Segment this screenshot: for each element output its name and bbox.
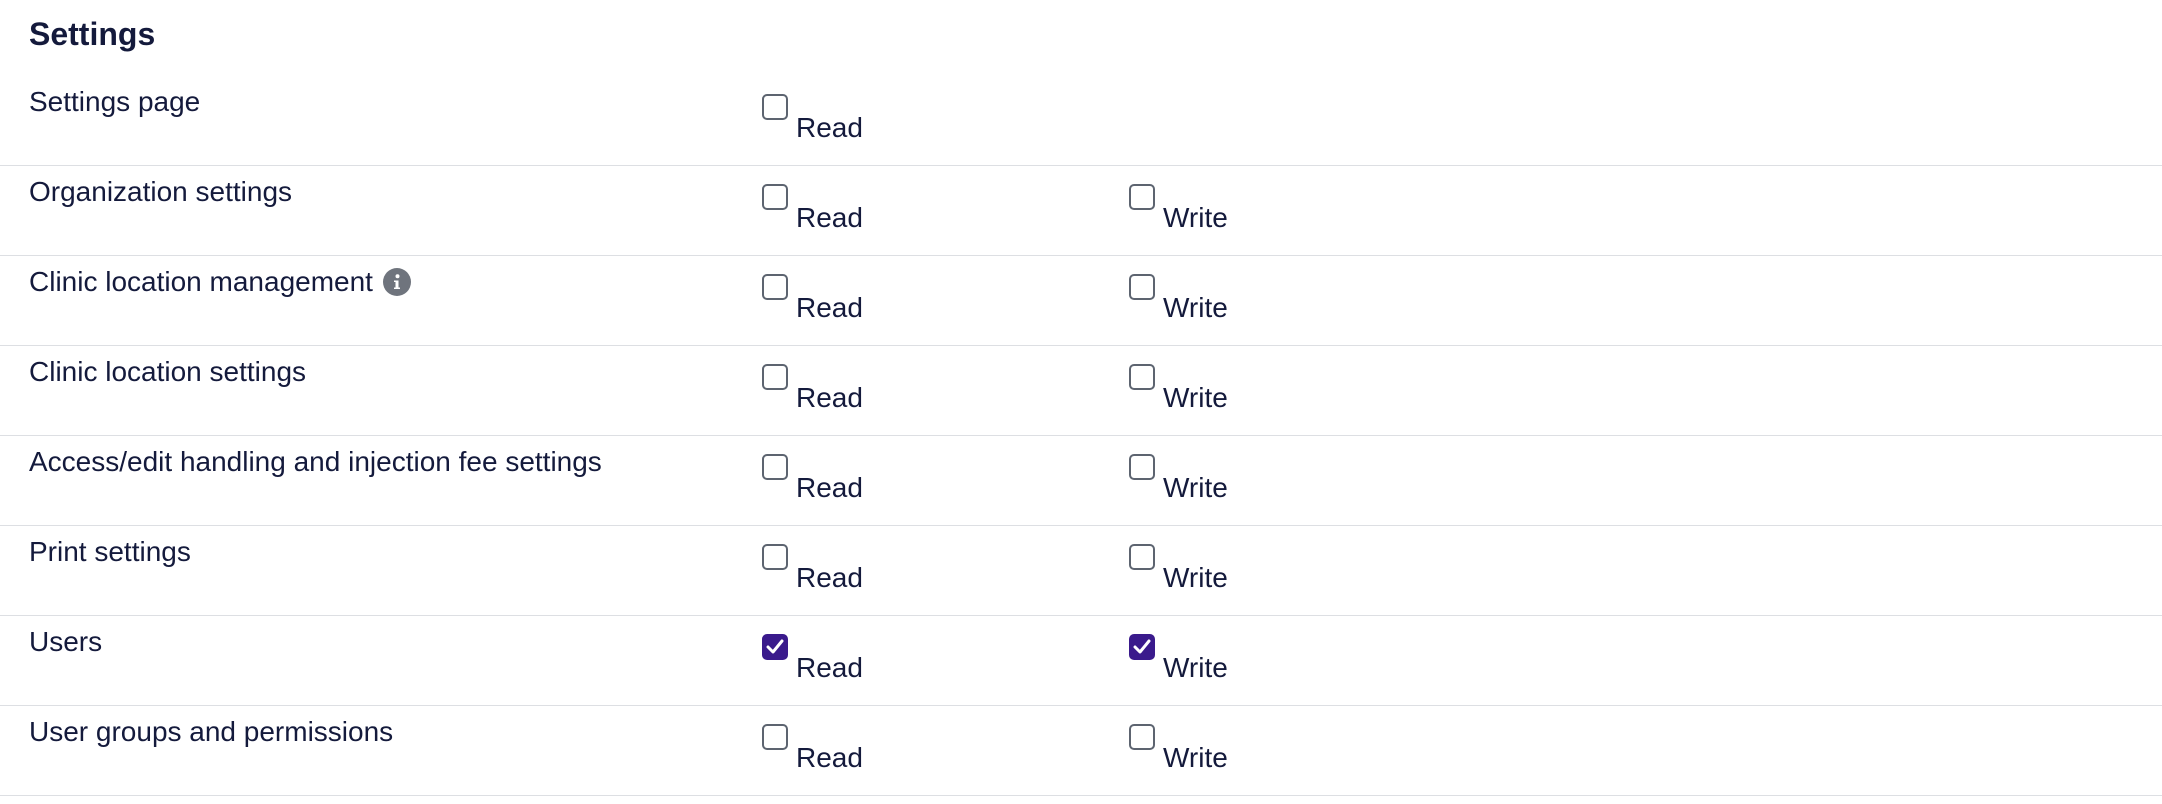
write-label: Write — [1163, 382, 1228, 413]
permission-label: Access/edit handling and injection fee s… — [29, 444, 602, 480]
permission-row-user-groups: User groups and permissions Read Write — [0, 706, 2162, 796]
write-checkbox[interactable]: Write — [1129, 274, 1228, 326]
permission-label: Organization settings — [29, 174, 292, 210]
permission-name: User groups and permissions — [29, 716, 394, 747]
permission-name: Print settings — [29, 536, 191, 567]
checkbox[interactable] — [762, 544, 788, 570]
read-label: Read — [796, 382, 863, 413]
write-checkbox[interactable]: Write — [1129, 364, 1228, 416]
permission-name: Organization settings — [29, 176, 293, 207]
checkbox[interactable] — [1129, 274, 1155, 300]
permission-label: Print settings — [29, 534, 191, 570]
write-label: Write — [1163, 562, 1228, 593]
checkbox[interactable] — [762, 454, 788, 480]
checkbox[interactable] — [1129, 454, 1155, 480]
read-label: Read — [796, 292, 863, 323]
write-checkbox[interactable]: Write — [1129, 184, 1228, 236]
permission-name: Access/edit handling and injection fee s… — [29, 446, 602, 477]
permission-name: Clinic location management — [29, 266, 373, 297]
permission-row-users: Users Read Write — [0, 616, 2162, 706]
write-checkbox[interactable]: Write — [1129, 634, 1228, 686]
permission-row-organization-settings: Organization settings Read Write — [0, 166, 2162, 256]
write-label: Write — [1163, 652, 1228, 683]
read-label: Read — [796, 562, 863, 593]
read-label: Read — [796, 202, 863, 233]
write-checkbox[interactable]: Write — [1129, 454, 1228, 506]
permission-label: Clinic location management — [29, 264, 411, 300]
checkbox[interactable] — [762, 364, 788, 390]
write-checkbox[interactable]: Write — [1129, 544, 1228, 596]
checkbox[interactable] — [762, 634, 788, 660]
read-label: Read — [796, 742, 863, 773]
write-label: Write — [1163, 742, 1228, 773]
write-label: Write — [1163, 292, 1228, 323]
read-label: Read — [796, 652, 863, 683]
permission-label: Users — [29, 624, 102, 660]
read-checkbox[interactable]: Read — [762, 634, 863, 686]
permission-name: Clinic location settings — [29, 356, 307, 387]
checkbox[interactable] — [762, 184, 788, 210]
checkbox[interactable] — [1129, 544, 1155, 570]
checkbox[interactable] — [1129, 184, 1155, 210]
read-label: Read — [796, 112, 863, 143]
permission-label: Clinic location settings — [29, 354, 306, 390]
checkbox[interactable] — [1129, 724, 1155, 750]
checkbox[interactable] — [1129, 364, 1155, 390]
read-checkbox[interactable]: Read — [762, 364, 863, 416]
checkbox[interactable] — [762, 274, 788, 300]
write-label: Write — [1163, 202, 1228, 233]
read-label: Read — [796, 472, 863, 503]
read-checkbox[interactable]: Read — [762, 184, 863, 236]
permission-row-clinic-location-management: Clinic location management Read Write — [0, 256, 2162, 346]
read-checkbox[interactable]: Read — [762, 544, 863, 596]
read-checkbox[interactable]: Read — [762, 454, 863, 506]
permissions-list: Settings page Read Organization settings… — [0, 76, 2162, 796]
permission-row-handling-injection-fee: Access/edit handling and injection fee s… — [0, 436, 2162, 526]
checkbox[interactable] — [762, 724, 788, 750]
permission-name: Users — [29, 626, 103, 657]
read-checkbox[interactable]: Read — [762, 274, 863, 326]
permission-label: Settings page — [29, 84, 200, 120]
info-icon[interactable] — [382, 268, 411, 296]
section-title: Settings — [29, 16, 156, 52]
permission-row-print-settings: Print settings Read Write — [0, 526, 2162, 616]
write-label: Write — [1163, 472, 1228, 503]
permission-row-clinic-location-settings: Clinic location settings Read Write — [0, 346, 2162, 436]
read-checkbox[interactable]: Read — [762, 724, 863, 776]
permission-name: Settings page — [29, 86, 201, 117]
checkbox[interactable] — [1129, 634, 1155, 660]
read-checkbox[interactable]: Read — [762, 94, 863, 146]
checkbox[interactable] — [762, 94, 788, 120]
permission-row-settings-page: Settings page Read — [0, 76, 2162, 166]
write-checkbox[interactable]: Write — [1129, 724, 1228, 776]
permission-label: User groups and permissions — [29, 714, 393, 750]
